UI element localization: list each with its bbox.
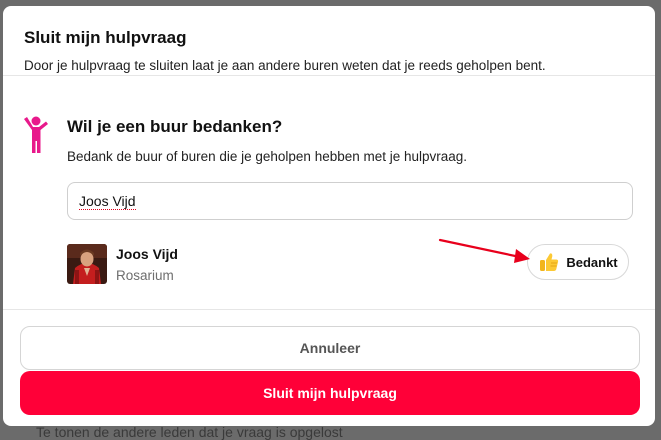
neighbour-neighbourhood: Rosarium bbox=[116, 268, 174, 283]
cancel-button[interactable]: Annuleer bbox=[20, 326, 640, 370]
background-text: Te tonen de andere leden dat je vraag is… bbox=[36, 424, 343, 440]
neighbour-result-row: Joos Vijd Rosarium Bedankt bbox=[67, 244, 637, 290]
close-request-button[interactable]: Sluit mijn hulpvraag bbox=[20, 371, 640, 415]
section-description: Bedank de buur of buren die je geholpen … bbox=[67, 149, 468, 164]
thank-neighbour-section: Wil je een buur bedanken? Bedank de buur… bbox=[3, 98, 655, 312]
search-input-value: Joos Vijd bbox=[79, 193, 136, 210]
modal-subtitle: Door je hulpvraag te sluiten laat je aan… bbox=[24, 58, 546, 73]
person-raising-hand-icon bbox=[24, 116, 48, 153]
close-request-modal: Sluit mijn hulpvraag Door je hulpvraag t… bbox=[3, 6, 655, 426]
thank-button[interactable]: Bedankt bbox=[527, 244, 629, 280]
thank-button-label: Bedankt bbox=[566, 254, 618, 270]
modal-title: Sluit mijn hulpvraag bbox=[24, 28, 187, 47]
modal-header: Sluit mijn hulpvraag Door je hulpvraag t… bbox=[3, 6, 655, 76]
modal-footer: Annuleer Sluit mijn hulpvraag bbox=[3, 309, 655, 426]
annotation-arrow bbox=[438, 238, 530, 263]
thumbs-up-icon bbox=[540, 253, 559, 271]
section-title: Wil je een buur bedanken? bbox=[67, 117, 283, 136]
neighbour-search-input[interactable]: Joos Vijd bbox=[67, 182, 633, 220]
avatar bbox=[67, 244, 107, 284]
neighbour-name: Joos Vijd bbox=[116, 246, 178, 262]
